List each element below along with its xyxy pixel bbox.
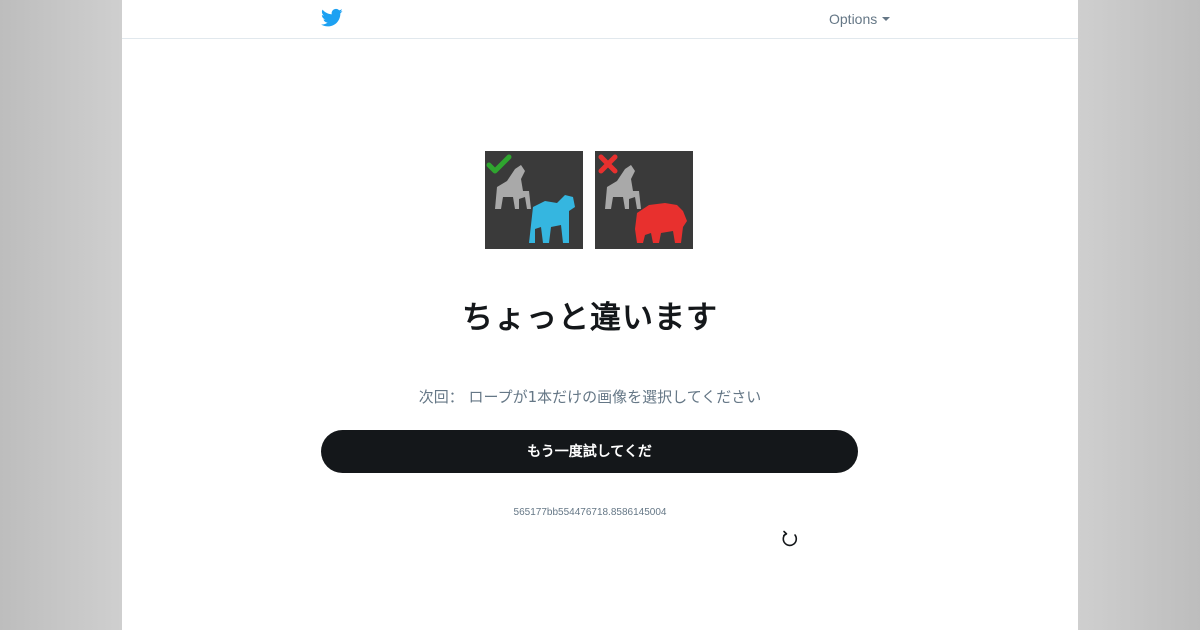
left-backdrop: [0, 0, 122, 630]
next-instruction: 次回： ロープが1本だけの画像を選択してください: [418, 388, 762, 406]
correct-example-illustration: [485, 151, 583, 249]
reload-icon[interactable]: [780, 529, 800, 549]
twitter-bird-icon[interactable]: [321, 8, 343, 28]
correct-example-image: [485, 151, 583, 249]
options-menu[interactable]: Options: [829, 11, 891, 27]
incorrect-example-illustration: [595, 151, 693, 249]
example-images: [485, 151, 695, 250]
options-label: Options: [829, 11, 878, 27]
right-backdrop: [1078, 0, 1200, 630]
try-again-button[interactable]: もう一度試してくだ: [321, 430, 858, 473]
captcha-page: Options ちょっと違います 次回： ロープが1本だけの画像を選択してくださ…: [122, 0, 1078, 630]
result-title: ちょっと違います: [462, 300, 718, 336]
incorrect-example-image: [595, 151, 693, 249]
chevron-down-icon: [882, 17, 891, 22]
session-id: 565177bb554476718.8586145004: [513, 507, 667, 518]
top-bar: Options: [122, 0, 1078, 39]
